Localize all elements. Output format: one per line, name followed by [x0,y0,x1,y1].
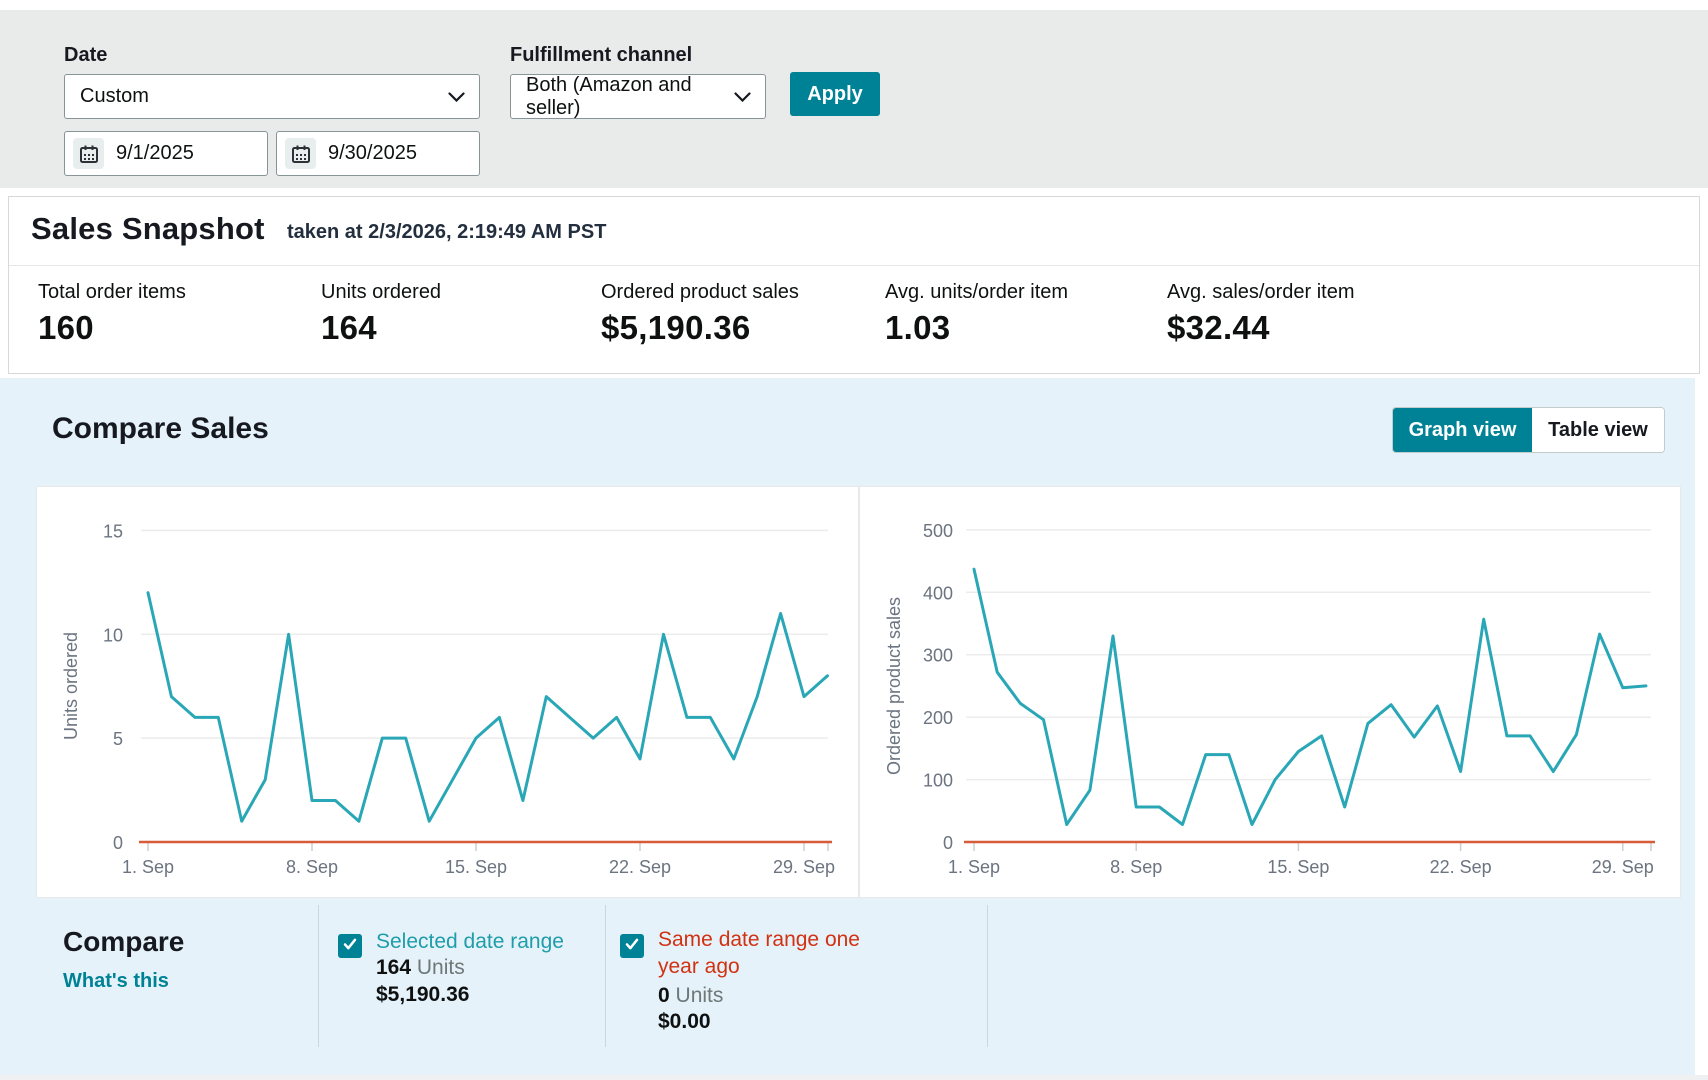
chevron-down-icon [448,92,465,102]
sales-snapshot-card: Sales Snapshot taken at 2/3/2026, 2:19:4… [8,196,1700,374]
y-tick-label: 0 [113,833,123,853]
legend-sales-selected-range: $5,190.36 [376,983,469,1007]
sales-snapshot-title: Sales Snapshot [31,211,265,247]
date-range-select[interactable]: Custom [64,74,480,119]
divider [318,905,319,1047]
legend-units-selected-range: 164 Units [376,956,465,980]
y-tick-label: 0 [943,833,953,853]
y-tick-label: 100 [923,771,953,791]
x-tick-label: 29. Sep [1592,857,1654,877]
page-bottom-strip [0,1075,1708,1080]
chart-canvas: 0 5 10 15 1. Sep 8. Sep 15. Sep 22. Sep 29. Sep U… [37,487,860,899]
y-tick-label: 400 [923,583,953,603]
snapshot-timestamp: taken at 2/3/2026, 2:19:49 AM PST [287,221,606,244]
same-range-last-year-checkbox[interactable] [620,934,644,958]
metric-avg-units-order-item: Avg. units/order item 1.03 [885,281,1068,347]
check-icon [622,934,642,959]
whats-this-link[interactable]: What's this [63,970,169,993]
compare-sales-title: Compare Sales [52,412,269,446]
y-tick-label: 500 [923,521,953,541]
units-ordered-chart: 0 5 10 15 1. Sep 8. Sep 15. Sep 22. Sep 29. Sep U… [36,486,859,898]
metric-value: 164 [321,309,441,347]
x-tick-label: 8. Sep [286,857,338,877]
legend-label-selected-range: Selected date range [376,928,564,955]
y-tick-label: 300 [923,646,953,666]
divider [987,905,988,1047]
metric-ordered-product-sales: Ordered product sales $5,190.36 [601,281,799,347]
compare-sales-section: Compare Sales Graph view Table view 0 5 10… [0,378,1695,1075]
y-tick-label: 15 [103,521,123,541]
metric-label: Avg. sales/order item [1167,281,1355,304]
check-icon [340,934,360,959]
x-tick-label: 15. Sep [445,857,507,877]
x-tick-label: 1. Sep [948,857,1000,877]
x-tick-label: 22. Sep [609,857,671,877]
chart-canvas: 0 100 200 300 400 500 1. Sep 8. Sep 15. Sep 22. S… [860,487,1682,899]
tab-table-view[interactable]: Table view [1532,408,1664,452]
fulfillment-channel-select[interactable]: Both (Amazon and seller) [510,74,766,119]
y-tick-label: 200 [923,708,953,728]
metric-value: $32.44 [1167,309,1355,347]
legend-label-same-range-last-year: Same date range one year ago [658,926,898,980]
legend-units-value: 0 [658,984,670,1007]
chevron-down-icon [734,92,751,102]
metric-label: Total order items [38,281,186,304]
tab-graph-view[interactable]: Graph view [1393,408,1532,452]
metric-label: Avg. units/order item [885,281,1068,304]
legend-units-value: 164 [376,956,411,979]
metric-label: Units ordered [321,281,441,304]
series-line [974,569,1646,824]
start-date-input[interactable]: 9/1/2025 [64,131,268,176]
series-line [148,593,828,822]
fulfillment-channel-label: Fulfillment channel [510,44,692,67]
view-toggle: Graph view Table view [1393,408,1664,452]
x-tick-label: 22. Sep [1430,857,1492,877]
divider [605,905,606,1047]
filter-bar: Date Custom 9/1/2025 [0,10,1708,188]
calendar-icon[interactable] [73,138,104,169]
y-axis-title: Units ordered [61,632,81,740]
legend-sales-same-range-last-year: $0.00 [658,1010,711,1034]
legend-units-word: Units [676,984,724,1007]
x-tick-label: 15. Sep [1267,857,1329,877]
seller-sales-dashboard: Date Custom 9/1/2025 [0,0,1708,1080]
end-date-input[interactable]: 9/30/2025 [276,131,480,176]
x-tick-label: 8. Sep [1110,857,1162,877]
x-tick-label: 1. Sep [122,857,174,877]
metric-units-ordered: Units ordered 164 [321,281,441,347]
y-tick-label: 10 [103,625,123,645]
metric-value: 160 [38,309,186,347]
metric-total-order-items: Total order items 160 [38,281,186,347]
end-date-value: 9/30/2025 [328,142,417,165]
y-tick-label: 5 [113,729,123,749]
metric-value: 1.03 [885,309,1068,347]
metric-value: $5,190.36 [601,309,799,347]
start-date-value: 9/1/2025 [116,142,194,165]
y-axis-title: Ordered product sales [884,597,904,775]
date-range-select-value: Custom [80,85,149,108]
apply-button[interactable]: Apply [790,72,880,116]
calendar-icon[interactable] [285,138,316,169]
fulfillment-channel-value: Both (Amazon and seller) [526,74,750,120]
selected-date-range-checkbox[interactable] [338,934,362,958]
legend-units-same-range-last-year: 0 Units [658,984,723,1008]
x-tick-label: 29. Sep [773,857,835,877]
metric-avg-sales-order-item: Avg. sales/order item $32.44 [1167,281,1355,347]
ordered-product-sales-chart: 0 100 200 300 400 500 1. Sep 8. Sep 15. Sep 22. S… [859,486,1681,898]
date-filter-label: Date [64,44,107,67]
divider [9,265,1699,266]
metric-label: Ordered product sales [601,281,799,304]
compare-heading: Compare [63,926,184,958]
legend-units-word: Units [417,956,465,979]
